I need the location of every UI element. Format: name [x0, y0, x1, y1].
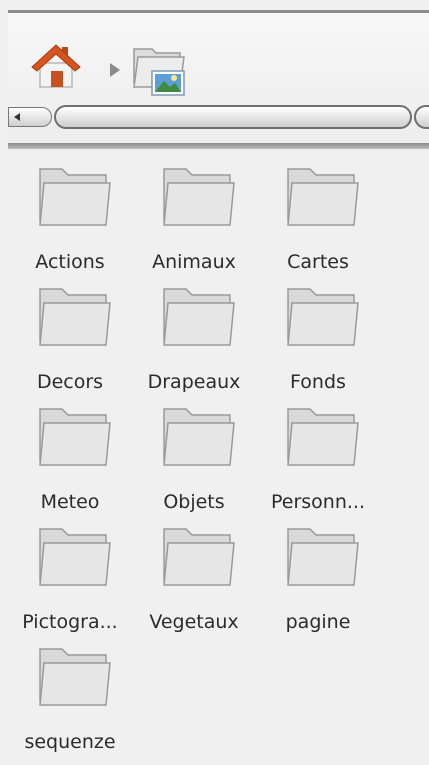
breadcrumb-toolbar — [8, 13, 429, 149]
folder-icon — [163, 288, 235, 346]
folder-label: Meteo — [40, 491, 100, 513]
picture-folder-icon — [133, 48, 185, 96]
folder-label: Vegetaux — [149, 611, 239, 633]
folder-icon — [39, 528, 111, 586]
folder-icon — [163, 528, 235, 586]
folder-item[interactable]: Personn... — [256, 403, 380, 523]
scroll-left-button[interactable] — [8, 107, 52, 127]
folder-icon — [39, 648, 111, 706]
folder-label: sequenze — [24, 731, 116, 753]
folder-icon — [287, 168, 359, 226]
folder-label: Cartes — [287, 251, 349, 273]
folder-icon — [287, 408, 359, 466]
folder-item[interactable]: Decors — [8, 283, 132, 403]
toolbar-divider — [8, 143, 429, 149]
folder-item[interactable]: Fonds — [256, 283, 380, 403]
folder-label: Pictogra... — [22, 611, 118, 633]
folder-icon — [287, 288, 359, 346]
folder-item[interactable]: sequenze — [8, 643, 132, 763]
home-icon — [31, 44, 81, 88]
folder-item[interactable]: Objets — [132, 403, 256, 523]
folder-item[interactable]: pagine — [256, 523, 380, 643]
folder-item[interactable]: Actions — [8, 163, 132, 283]
folder-label: Objets — [163, 491, 225, 513]
folder-item[interactable]: Pictogra... — [8, 523, 132, 643]
folder-icon — [163, 408, 235, 466]
folder-icon — [39, 288, 111, 346]
folder-label: Fonds — [290, 371, 346, 393]
folder-label: pagine — [285, 611, 351, 633]
scroll-thumb[interactable] — [54, 105, 412, 129]
home-button[interactable] — [28, 37, 84, 93]
folder-icon — [39, 408, 111, 466]
chevron-right-icon — [110, 63, 120, 77]
folder-grid: Actions Animaux Cartes Decors Drapeaux F… — [8, 163, 429, 763]
folder-label: Drapeaux — [147, 371, 241, 393]
folder-label: Personn... — [270, 491, 365, 513]
folder-item[interactable]: Meteo — [8, 403, 132, 523]
folder-label: Decors — [36, 371, 104, 393]
folder-icon — [163, 168, 235, 226]
folder-item[interactable]: Vegetaux — [132, 523, 256, 643]
folder-label: Actions — [35, 251, 105, 273]
folder-item[interactable]: Cartes — [256, 163, 380, 283]
breadcrumb-separator — [106, 61, 124, 79]
folder-item[interactable]: Animaux — [132, 163, 256, 283]
folder-icon — [287, 528, 359, 586]
scroll-right-button[interactable] — [414, 105, 429, 129]
folder-item[interactable]: Drapeaux — [132, 283, 256, 403]
file-browser-panel: Actions Animaux Cartes Decors Drapeaux F… — [8, 13, 429, 765]
horizontal-scrollbar[interactable] — [8, 101, 429, 131]
folder-label: Animaux — [152, 251, 236, 273]
breadcrumb-current-folder[interactable] — [130, 39, 194, 103]
folder-icon — [39, 168, 111, 226]
